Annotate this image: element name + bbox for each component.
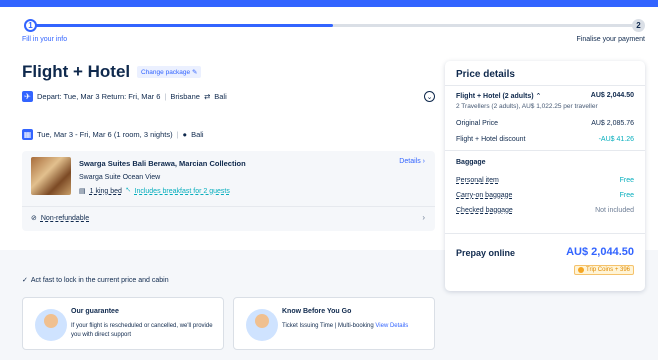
baggage-value: Free <box>619 177 634 184</box>
know-before-title: Know Before You Go <box>282 308 352 315</box>
baggage-value: Free <box>619 192 634 199</box>
baggage-heading-row: Baggage <box>456 159 634 166</box>
divider <box>445 150 645 151</box>
package-value: AU$ 2,044.50 <box>590 92 634 99</box>
hotel-dates: Tue, Mar 3 - Fri, Mar 6 (1 room, 3 night… <box>37 130 173 139</box>
info-illustration <box>246 309 278 341</box>
coin-icon <box>578 267 585 273</box>
hotel-details-link[interactable]: Details › <box>399 158 425 165</box>
hotel-name: Swarga Suites Bali Berawa, Marcian Colle… <box>79 159 246 168</box>
act-fast-text: Act fast to lock in the current price an… <box>30 276 169 284</box>
step-2-indicator: 2 <box>632 19 645 32</box>
chevron-down-icon[interactable]: ⌄ <box>424 91 435 102</box>
airplane-icon: ✈ <box>22 91 33 102</box>
page-title: Flight + Hotel <box>22 62 131 81</box>
round-trip-icon: ⇄ <box>203 92 211 101</box>
baggage-value: Not included <box>595 207 634 214</box>
baggage-row: Carry-on baggage Free <box>456 192 634 199</box>
original-price-row: Original Price AU$ 2,085.76 <box>456 120 634 127</box>
check-circle-icon: ✓ <box>22 277 28 284</box>
trip-coins-text: Trip Coins + 396 <box>586 267 630 273</box>
discount-row: Flight + Hotel discount -AU$ 41.26 <box>456 136 634 143</box>
room-features: ▤ 1 king bed ⭦ Includes breakfast for 2 … <box>79 187 230 195</box>
prepay-total: AU$ 2,044.50 <box>566 246 634 258</box>
hotel-photo[interactable] <box>31 157 71 195</box>
divider <box>22 206 435 207</box>
know-before-you-go-card[interactable]: Know Before You Go Ticket Issuing Time |… <box>233 297 435 350</box>
baggage-heading: Baggage <box>456 159 486 166</box>
policy-label: Non-refundable <box>40 214 90 222</box>
hotel-icon: ▦ <box>22 129 33 140</box>
flight-summary-row: ✈ Depart: Tue, Mar 3 Return: Fri, Mar 6 … <box>22 91 227 102</box>
trip-coins-badge[interactable]: Trip Coins + 396 <box>574 265 634 275</box>
prepay-label: Prepay online <box>456 248 516 258</box>
chevron-up-icon: ⌃ <box>535 93 542 100</box>
bed-type[interactable]: 1 king bed <box>90 188 122 195</box>
view-details-link[interactable]: View Details <box>375 323 408 329</box>
location-pin-icon: ● <box>182 130 188 139</box>
flight-origin: Brisbane <box>170 92 200 101</box>
hotel-summary-row: ▦ Tue, Mar 3 - Fri, Mar 6 (1 room, 3 nig… <box>22 129 204 140</box>
guarantee-illustration <box>35 309 67 341</box>
breakfast-icon: ⭦ <box>125 187 131 194</box>
progress-fill <box>30 24 333 27</box>
divider <box>445 233 645 234</box>
package-price-row[interactable]: Flight + Hotel (2 adults) ⌃ AU$ 2,044.50 <box>456 92 634 100</box>
change-package-label: Change package <box>141 69 191 76</box>
price-details-title: Price details <box>456 69 515 80</box>
progress-stepper: 1 2 Fill in your info Finalise your paym… <box>0 12 658 52</box>
traveller-breakdown: 2 Travellers (2 adults), AU$ 1,022.25 pe… <box>456 103 598 110</box>
act-fast-notice: ✓ Act fast to lock in the current price … <box>22 276 169 285</box>
guarantee-title: Our guarantee <box>71 308 119 315</box>
divider: | <box>164 92 167 101</box>
know-before-text: Ticket Issuing Time | Multi-booking View… <box>282 322 430 331</box>
original-price-label: Original Price <box>456 120 499 127</box>
divider: | <box>176 130 179 139</box>
discount-value: -AU$ 41.26 <box>598 136 634 143</box>
chevron-right-icon[interactable]: › <box>422 213 425 222</box>
discount-label: Flight + Hotel discount <box>456 136 526 143</box>
edit-icon: ✎ <box>191 69 198 76</box>
step-1-indicator: 1 <box>24 19 37 32</box>
baggage-row: Checked baggage Not included <box>456 207 634 214</box>
room-type: Swarga Suite Ocean View <box>79 174 161 181</box>
cancellation-policy[interactable]: ⊘ Non-refundable <box>31 214 90 223</box>
step-2-label: Finalise your payment <box>576 36 645 43</box>
original-price-value: AU$ 2,085.76 <box>591 120 634 127</box>
know-before-body: Ticket Issuing Time | Multi-booking <box>282 323 374 329</box>
hotel-location: Bali <box>191 130 204 139</box>
hotel-card: Swarga Suites Bali Berawa, Marcian Colle… <box>22 151 435 231</box>
no-refund-icon: ⊘ <box>31 215 37 222</box>
divider <box>445 85 645 86</box>
top-accent-bar <box>0 0 658 7</box>
package-label: Flight + Hotel (2 adults) ⌃ <box>456 93 542 100</box>
baggage-label[interactable]: Carry-on baggage <box>456 192 512 199</box>
baggage-label[interactable]: Checked baggage <box>456 207 513 214</box>
bed-icon: ▤ <box>79 188 86 195</box>
guarantee-text: If your flight is rescheduled or cancell… <box>71 323 213 338</box>
step-1-label: Fill in your info <box>22 36 68 43</box>
change-package-button[interactable]: Change package ✎ <box>137 66 202 78</box>
details-label: Details <box>399 158 421 165</box>
price-details-panel: Price details Flight + Hotel (2 adults) … <box>445 61 645 291</box>
chevron-right-icon: › <box>422 158 425 165</box>
flight-destination: Bali <box>214 92 227 101</box>
flight-dates: Depart: Tue, Mar 3 Return: Fri, Mar 6 <box>37 92 161 101</box>
baggage-row: Personal item Free <box>456 177 634 184</box>
breakfast-info[interactable]: Includes breakfast for 2 guests <box>135 188 230 195</box>
guarantee-card[interactable]: Our guarantee If your flight is reschedu… <box>22 297 224 350</box>
baggage-label[interactable]: Personal item <box>456 177 499 184</box>
